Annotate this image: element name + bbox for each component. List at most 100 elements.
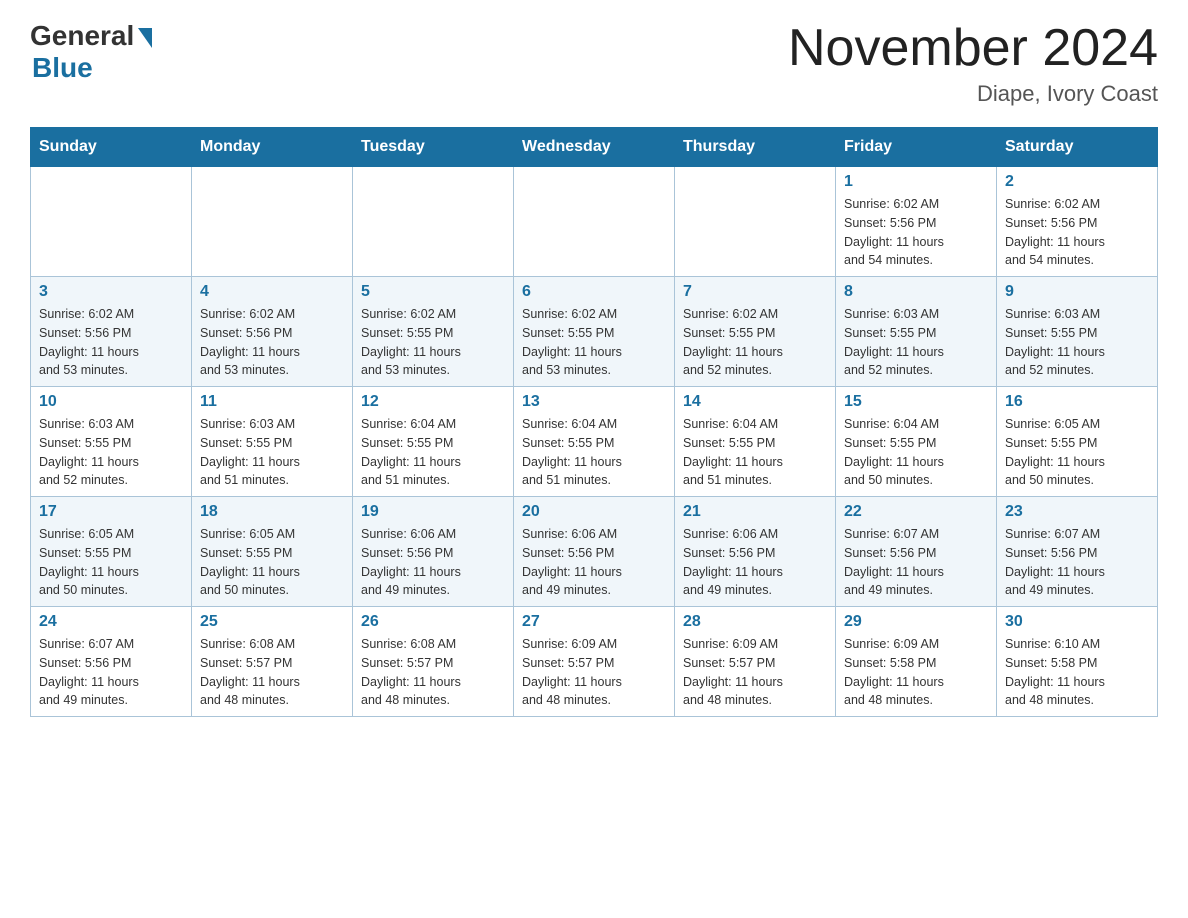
calendar-week-row: 10 Sunrise: 6:03 AM Sunset: 5:55 PM Dayli… <box>31 387 1158 497</box>
day-info: Sunrise: 6:08 AM Sunset: 5:57 PM Dayligh… <box>361 635 505 710</box>
calendar-cell <box>31 167 192 277</box>
day-info: Sunrise: 6:08 AM Sunset: 5:57 PM Dayligh… <box>200 635 344 710</box>
day-number: 17 <box>39 503 183 521</box>
day-info: Sunrise: 6:07 AM Sunset: 5:56 PM Dayligh… <box>39 635 183 710</box>
day-number: 26 <box>361 613 505 631</box>
calendar-cell: 25 Sunrise: 6:08 AM Sunset: 5:57 PM Dayli… <box>192 607 353 717</box>
day-info: Sunrise: 6:07 AM Sunset: 5:56 PM Dayligh… <box>844 525 988 600</box>
day-number: 29 <box>844 613 988 631</box>
calendar-cell: 29 Sunrise: 6:09 AM Sunset: 5:58 PM Dayli… <box>836 607 997 717</box>
title-section: November 2024 Diape, Ivory Coast <box>788 20 1158 107</box>
calendar-cell <box>675 167 836 277</box>
calendar-cell: 17 Sunrise: 6:05 AM Sunset: 5:55 PM Dayli… <box>31 497 192 607</box>
calendar-cell: 9 Sunrise: 6:03 AM Sunset: 5:55 PM Daylig… <box>997 277 1158 387</box>
day-number: 10 <box>39 393 183 411</box>
calendar-cell: 12 Sunrise: 6:04 AM Sunset: 5:55 PM Dayli… <box>353 387 514 497</box>
day-info: Sunrise: 6:05 AM Sunset: 5:55 PM Dayligh… <box>1005 415 1149 490</box>
calendar-cell: 20 Sunrise: 6:06 AM Sunset: 5:56 PM Dayli… <box>514 497 675 607</box>
day-number: 13 <box>522 393 666 411</box>
day-number: 16 <box>1005 393 1149 411</box>
calendar-cell: 11Sunrise: 6:03 AM Sunset: 5:55 PM Dayli… <box>192 387 353 497</box>
day-number: 21 <box>683 503 827 521</box>
day-number: 20 <box>522 503 666 521</box>
day-info: Sunrise: 6:09 AM Sunset: 5:58 PM Dayligh… <box>844 635 988 710</box>
calendar-table: SundayMondayTuesdayWednesdayThursdayFrid… <box>30 127 1158 717</box>
day-number: 28 <box>683 613 827 631</box>
calendar-cell: 8 Sunrise: 6:03 AM Sunset: 5:55 PM Daylig… <box>836 277 997 387</box>
day-info: Sunrise: 6:02 AM Sunset: 5:55 PM Dayligh… <box>522 305 666 380</box>
day-info: Sunrise: 6:06 AM Sunset: 5:56 PM Dayligh… <box>361 525 505 600</box>
day-info: Sunrise: 6:04 AM Sunset: 5:55 PM Dayligh… <box>361 415 505 490</box>
day-number: 1 <box>844 173 988 191</box>
day-info: Sunrise: 6:04 AM Sunset: 5:55 PM Dayligh… <box>522 415 666 490</box>
day-number: 22 <box>844 503 988 521</box>
day-header-monday: Monday <box>192 128 353 167</box>
location-text: Diape, Ivory Coast <box>788 81 1158 107</box>
day-number: 27 <box>522 613 666 631</box>
day-info: Sunrise: 6:02 AM Sunset: 5:56 PM Dayligh… <box>844 195 988 270</box>
calendar-week-row: 3 Sunrise: 6:02 AM Sunset: 5:56 PM Daylig… <box>31 277 1158 387</box>
day-number: 25 <box>200 613 344 631</box>
day-info: Sunrise: 6:03 AM Sunset: 5:55 PM Dayligh… <box>844 305 988 380</box>
calendar-cell: 23Sunrise: 6:07 AM Sunset: 5:56 PM Dayli… <box>997 497 1158 607</box>
calendar-cell: 13 Sunrise: 6:04 AM Sunset: 5:55 PM Dayli… <box>514 387 675 497</box>
calendar-cell: 28 Sunrise: 6:09 AM Sunset: 5:57 PM Dayli… <box>675 607 836 717</box>
logo-general-text: General <box>30 20 134 52</box>
day-number: 14 <box>683 393 827 411</box>
day-number: 30 <box>1005 613 1149 631</box>
day-number: 19 <box>361 503 505 521</box>
day-number: 7 <box>683 283 827 301</box>
day-number: 8 <box>844 283 988 301</box>
day-info: Sunrise: 6:10 AM Sunset: 5:58 PM Dayligh… <box>1005 635 1149 710</box>
calendar-cell: 5Sunrise: 6:02 AM Sunset: 5:55 PM Daylig… <box>353 277 514 387</box>
calendar-cell <box>353 167 514 277</box>
day-info: Sunrise: 6:02 AM Sunset: 5:55 PM Dayligh… <box>683 305 827 380</box>
calendar-cell: 2 Sunrise: 6:02 AM Sunset: 5:56 PM Daylig… <box>997 167 1158 277</box>
calendar-cell: 6Sunrise: 6:02 AM Sunset: 5:55 PM Daylig… <box>514 277 675 387</box>
page-header: General Blue November 2024 Diape, Ivory … <box>30 20 1158 107</box>
calendar-cell: 7 Sunrise: 6:02 AM Sunset: 5:55 PM Daylig… <box>675 277 836 387</box>
day-info: Sunrise: 6:04 AM Sunset: 5:55 PM Dayligh… <box>844 415 988 490</box>
day-number: 24 <box>39 613 183 631</box>
day-number: 23 <box>1005 503 1149 521</box>
day-info: Sunrise: 6:03 AM Sunset: 5:55 PM Dayligh… <box>1005 305 1149 380</box>
day-number: 15 <box>844 393 988 411</box>
day-number: 2 <box>1005 173 1149 191</box>
day-header-thursday: Thursday <box>675 128 836 167</box>
calendar-cell: 3 Sunrise: 6:02 AM Sunset: 5:56 PM Daylig… <box>31 277 192 387</box>
calendar-cell <box>192 167 353 277</box>
calendar-cell: 10Sunrise: 6:03 AM Sunset: 5:55 PM Dayli… <box>31 387 192 497</box>
calendar-cell: 4 Sunrise: 6:02 AM Sunset: 5:56 PM Daylig… <box>192 277 353 387</box>
logo-blue-text: Blue <box>32 52 93 84</box>
day-info: Sunrise: 6:03 AM Sunset: 5:55 PM Dayligh… <box>200 415 344 490</box>
day-info: Sunrise: 6:05 AM Sunset: 5:55 PM Dayligh… <box>39 525 183 600</box>
day-info: Sunrise: 6:04 AM Sunset: 5:55 PM Dayligh… <box>683 415 827 490</box>
day-info: Sunrise: 6:02 AM Sunset: 5:56 PM Dayligh… <box>1005 195 1149 270</box>
calendar-cell: 22 Sunrise: 6:07 AM Sunset: 5:56 PM Dayli… <box>836 497 997 607</box>
calendar-cell: 21 Sunrise: 6:06 AM Sunset: 5:56 PM Dayli… <box>675 497 836 607</box>
calendar-cell: 18Sunrise: 6:05 AM Sunset: 5:55 PM Dayli… <box>192 497 353 607</box>
day-header-wednesday: Wednesday <box>514 128 675 167</box>
day-info: Sunrise: 6:02 AM Sunset: 5:56 PM Dayligh… <box>39 305 183 380</box>
calendar-header-row: SundayMondayTuesdayWednesdayThursdayFrid… <box>31 128 1158 167</box>
calendar-cell <box>514 167 675 277</box>
day-info: Sunrise: 6:09 AM Sunset: 5:57 PM Dayligh… <box>522 635 666 710</box>
calendar-cell: 19 Sunrise: 6:06 AM Sunset: 5:56 PM Dayli… <box>353 497 514 607</box>
calendar-cell: 14 Sunrise: 6:04 AM Sunset: 5:55 PM Dayli… <box>675 387 836 497</box>
day-header-sunday: Sunday <box>31 128 192 167</box>
day-number: 9 <box>1005 283 1149 301</box>
day-number: 3 <box>39 283 183 301</box>
day-number: 4 <box>200 283 344 301</box>
day-info: Sunrise: 6:06 AM Sunset: 5:56 PM Dayligh… <box>683 525 827 600</box>
day-header-saturday: Saturday <box>997 128 1158 167</box>
day-info: Sunrise: 6:09 AM Sunset: 5:57 PM Dayligh… <box>683 635 827 710</box>
calendar-cell: 26 Sunrise: 6:08 AM Sunset: 5:57 PM Dayli… <box>353 607 514 717</box>
day-info: Sunrise: 6:02 AM Sunset: 5:56 PM Dayligh… <box>200 305 344 380</box>
day-header-tuesday: Tuesday <box>353 128 514 167</box>
month-title: November 2024 <box>788 20 1158 77</box>
day-number: 12 <box>361 393 505 411</box>
calendar-cell: 15 Sunrise: 6:04 AM Sunset: 5:55 PM Dayli… <box>836 387 997 497</box>
calendar-week-row: 1 Sunrise: 6:02 AM Sunset: 5:56 PM Daylig… <box>31 167 1158 277</box>
logo-arrow-icon <box>138 28 152 48</box>
day-info: Sunrise: 6:06 AM Sunset: 5:56 PM Dayligh… <box>522 525 666 600</box>
